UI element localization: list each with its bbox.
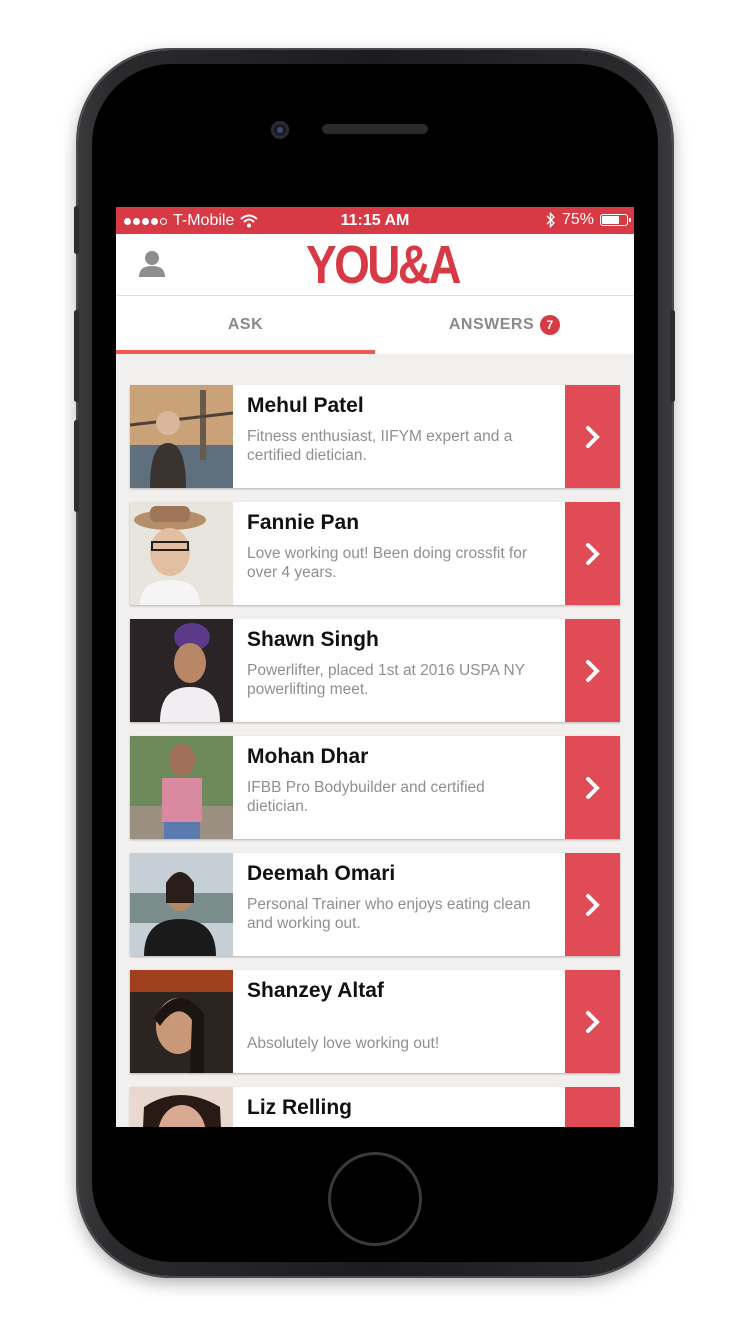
chevron-right-icon [585, 776, 600, 799]
tab-bar: ASK ANSWERS 7 [116, 296, 634, 354]
chevron-right-icon [585, 659, 600, 682]
open-expert-button[interactable] [565, 502, 620, 605]
avatar [130, 619, 233, 722]
open-expert-button[interactable] [565, 970, 620, 1073]
avatar [130, 385, 233, 488]
chevron-right-icon [585, 425, 600, 448]
user-profile-icon [139, 251, 165, 277]
expert-card[interactable]: Shanzey Altaf Absolutely love working ou… [130, 970, 620, 1073]
power-button [670, 310, 675, 402]
avatar [130, 1087, 233, 1127]
earpiece-speaker [322, 124, 428, 134]
avatar [130, 970, 233, 1073]
app-logo: YOU&A [306, 235, 462, 295]
expert-card[interactable]: Deemah Omari Personal Trainer who enjoys… [130, 853, 620, 956]
volume-down-button [74, 420, 79, 512]
expert-description: IFBB Pro Bodybuilder and certified dieti… [247, 779, 485, 815]
status-right: 75% [546, 211, 631, 229]
expert-card[interactable]: Liz Relling [130, 1087, 620, 1127]
open-expert-button[interactable] [565, 619, 620, 722]
avatar [130, 853, 233, 956]
app-header: YOU&A [116, 234, 634, 296]
volume-up-button [74, 310, 79, 402]
mute-switch [74, 206, 79, 254]
tab-ask-label: ASK [227, 316, 264, 333]
bluetooth-icon [546, 212, 555, 228]
expert-name: Mohan Dhar [247, 745, 369, 768]
open-expert-button[interactable] [565, 385, 620, 488]
open-expert-button[interactable] [565, 736, 620, 839]
expert-name: Shanzey Altaf [247, 979, 384, 1002]
expert-name: Liz Relling [247, 1096, 352, 1119]
battery-fill [602, 216, 620, 224]
chevron-right-icon [585, 542, 600, 565]
app-screen: T-Mobile 11:15 AM 75% YOU&A ASK ANSWERS … [116, 207, 634, 1127]
tab-answers[interactable]: ANSWERS 7 [375, 296, 634, 354]
avatar [130, 736, 233, 839]
expert-name: Mehul Patel [247, 394, 364, 417]
expert-card[interactable]: Shawn Singh Powerlifter, placed 1st at 2… [130, 619, 620, 722]
tab-ask[interactable]: ASK [116, 296, 375, 354]
expert-card[interactable]: Mehul Patel Fitness enthusiast, IIFYM ex… [130, 385, 620, 488]
front-camera-icon [271, 121, 289, 139]
battery-icon [600, 214, 631, 226]
expert-name: Shawn Singh [247, 628, 379, 651]
expert-description: Personal Trainer who enjoys eating clean… [247, 896, 531, 932]
expert-description: Powerlifter, placed 1st at 2016 USPA NY … [247, 662, 525, 698]
expert-description: Absolutely love working out! [247, 1035, 440, 1052]
expert-name: Fannie Pan [247, 511, 360, 534]
chevron-right-icon [585, 893, 600, 916]
open-expert-button[interactable] [565, 1087, 620, 1127]
home-button[interactable] [328, 1152, 422, 1246]
open-expert-button[interactable] [565, 853, 620, 956]
chevron-right-icon [585, 1010, 600, 1033]
expert-name: Deemah Omari [247, 862, 396, 885]
expert-card[interactable]: Fannie Pan Love working out! Been doing … [130, 502, 620, 605]
tab-answers-label: ANSWERS [448, 316, 535, 333]
expert-card[interactable]: Mohan Dhar IFBB Pro Bodybuilder and cert… [130, 736, 620, 839]
answers-count-badge: 7 [540, 315, 561, 335]
avatar [130, 502, 233, 605]
status-bar: T-Mobile 11:15 AM 75% [116, 207, 634, 234]
profile-button[interactable] [136, 248, 168, 280]
expert-description: Fitness enthusiast, IIFYM expert and a c… [247, 428, 513, 464]
expert-description: Love working out! Been doing crossfit fo… [247, 545, 528, 581]
battery-percent: 75% [561, 211, 594, 228]
active-tab-indicator [116, 350, 375, 354]
